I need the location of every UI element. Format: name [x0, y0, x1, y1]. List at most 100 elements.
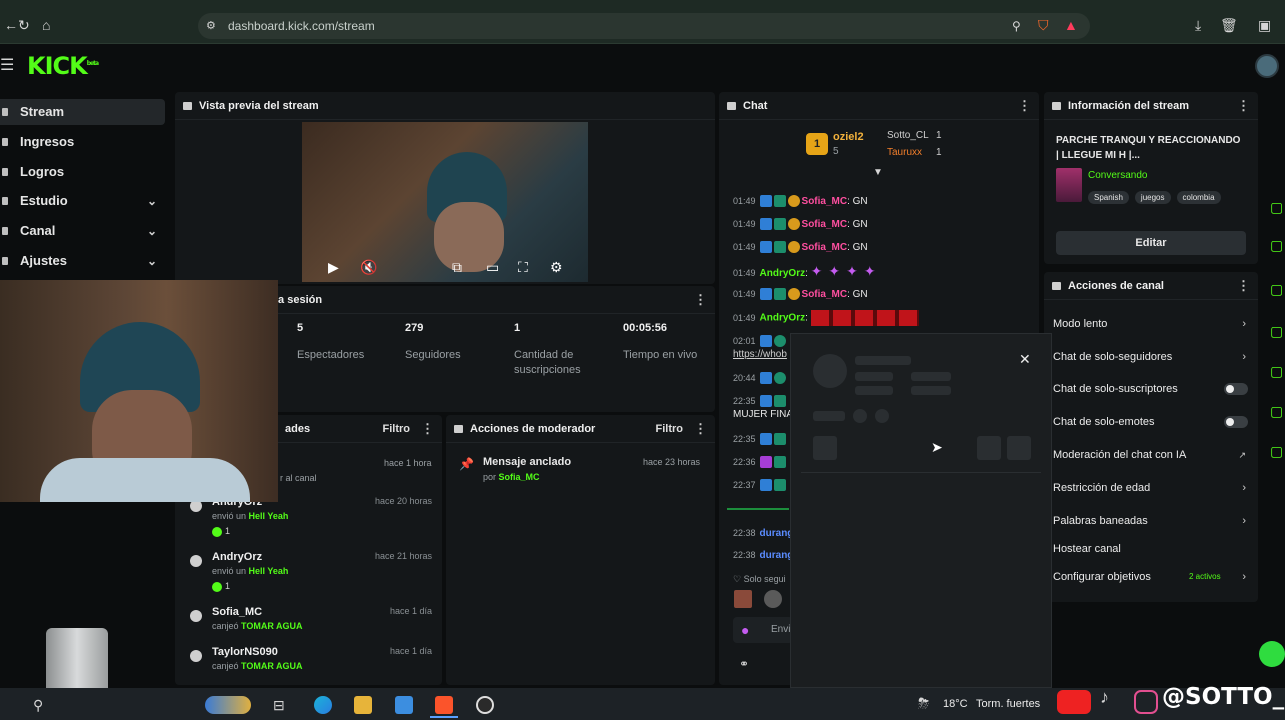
chevron-down-icon[interactable]: ▼: [873, 166, 883, 180]
sidebar-item-stream[interactable]: Stream: [0, 99, 165, 125]
obs-icon[interactable]: [476, 696, 494, 714]
category-name[interactable]: Conversando: [1088, 170, 1147, 181]
sidebar-item-logros[interactable]: Logros: [0, 159, 165, 185]
toggle-switch[interactable]: [1224, 416, 1248, 428]
fullscreen-icon[interactable]: ⛶: [518, 260, 528, 274]
setting-ai-moderation[interactable]: Moderación del chat con IA ↗: [1053, 447, 1248, 463]
menu-icon[interactable]: ☰: [0, 58, 14, 74]
more-options-icon[interactable]: ⋮: [694, 415, 707, 443]
brave-rewards-icon[interactable]: ▲: [1064, 18, 1078, 32]
setting-banned-words[interactable]: Palabras baneadas ›: [1053, 513, 1248, 529]
tag[interactable]: Spanish: [1088, 191, 1129, 204]
count-value: 1: [225, 581, 231, 591]
setting-followers-only[interactable]: Chat de solo-seguidores ›: [1053, 349, 1248, 365]
theater-icon[interactable]: ▭: [486, 260, 499, 274]
sidebar-item-canal[interactable]: Canal ⌄: [0, 218, 165, 244]
sidebar-item-ajustes[interactable]: Ajustes ⌄: [0, 248, 165, 274]
chat-user[interactable]: durang: [760, 528, 794, 539]
file-explorer-icon[interactable]: [354, 696, 372, 714]
link-icon[interactable]: ⚭: [739, 657, 749, 671]
verified-badge-icon: [773, 372, 786, 385]
activity-item: TOMAR AGUA: [241, 661, 303, 671]
chat-user[interactable]: AndryOrz: [760, 268, 806, 279]
brave-shield-icon[interactable]: ⛉: [1038, 18, 1049, 32]
setting-goals[interactable]: Configurar objetivos 2 activos ›: [1053, 569, 1248, 585]
download-icon[interactable]: ⤓: [1195, 18, 1201, 32]
activity-row[interactable]: AndryOrz hace 21 horas envió un Hell Yeah 1: [180, 551, 440, 599]
more-options-icon[interactable]: ⋮: [1237, 92, 1250, 120]
more-options-icon[interactable]: ⋮: [421, 415, 434, 443]
mouse-cursor-icon: ➤: [931, 439, 943, 455]
edge-icon[interactable]: [314, 696, 332, 714]
chat-message: 22:35: [733, 394, 788, 408]
chat-time: 22:38: [733, 528, 756, 538]
task-view-icon[interactable]: ⊟: [273, 698, 285, 712]
quick-action-icon[interactable]: ▢: [1270, 238, 1283, 252]
zoom-icon[interactable]: ⚲: [1012, 19, 1021, 33]
toggle-switch[interactable]: [1224, 383, 1248, 395]
chat-user[interactable]: Sofia_MC: [802, 289, 848, 300]
chat-user[interactable]: AndryOrz: [760, 313, 806, 324]
chat-text: GN: [852, 196, 868, 207]
activity-row[interactable]: TaylorNS090 hace 1 día canjeó TOMAR AGUA: [180, 646, 440, 694]
activity-row[interactable]: AndryOrz hace 20 horas envió un Hell Yeah 1: [180, 496, 440, 544]
chat-user[interactable]: Sofia_MC: [802, 219, 848, 230]
chat-input[interactable]: ● Envi: [733, 617, 793, 643]
home-icon[interactable]: ⌂: [42, 18, 50, 32]
setting-emotes-only[interactable]: Chat de solo-emotes: [1053, 414, 1248, 430]
reload-icon[interactable]: ↻: [18, 18, 30, 32]
activity-user: AndryOrz: [212, 551, 263, 563]
avatar[interactable]: [1255, 54, 1279, 78]
quick-action-icon[interactable]: ▢: [1270, 282, 1283, 296]
edit-button[interactable]: Editar: [1056, 231, 1246, 255]
setting-host-channel[interactable]: Hostear canal: [1053, 541, 1248, 557]
mute-icon[interactable]: 🔇: [360, 260, 377, 274]
brave-icon[interactable]: [435, 696, 453, 714]
quick-action-icon[interactable]: ▢: [1270, 364, 1283, 378]
more-options-icon[interactable]: ⋮: [1237, 272, 1250, 300]
more-options-icon[interactable]: ⋮: [1018, 92, 1031, 120]
refresh-fab[interactable]: [1259, 641, 1285, 667]
chat-user[interactable]: durang: [760, 550, 794, 561]
chat-user[interactable]: Sofia_MC: [802, 242, 848, 253]
tag[interactable]: colombia: [1176, 191, 1221, 204]
more-options-icon[interactable]: ⋮: [694, 286, 707, 314]
tag[interactable]: juegos: [1134, 191, 1171, 204]
quick-action-icon[interactable]: ▢: [1270, 200, 1283, 214]
sidebar-item-estudio[interactable]: Estudio ⌄: [0, 188, 165, 214]
quick-action-icon[interactable]: ▢: [1270, 324, 1283, 338]
setting-slow-mode[interactable]: Modo lento ›: [1053, 316, 1248, 332]
play-icon[interactable]: ▶: [328, 260, 339, 274]
pin-icon: 📌: [459, 457, 474, 471]
emote-icons: [810, 310, 919, 326]
sidebar-item-label: Logros: [20, 164, 65, 179]
chat-user[interactable]: Sofia_MC: [802, 196, 848, 207]
chat-icon: [727, 102, 736, 110]
quick-action-icon[interactable]: ▢: [1270, 444, 1283, 458]
pinned-by: por Sofia_MC: [483, 472, 540, 482]
chat-link[interactable]: https://whob: [733, 349, 787, 360]
quick-action-icon[interactable]: ▢: [1270, 404, 1283, 418]
sidebar-item-ingresos[interactable]: Ingresos: [0, 129, 165, 155]
widget-icon[interactable]: [205, 696, 251, 714]
chat-message: 01:49 Sofia_MC: GN: [733, 218, 868, 231]
address-bar[interactable]: ⚙ dashboard.kick.com/stream ⚲ ⛉ ▲: [198, 13, 1090, 39]
search-icon[interactable]: ⚲: [33, 698, 43, 712]
chat-user-avatar[interactable]: [764, 590, 782, 608]
kick-logo[interactable]: KICKbeta: [27, 52, 99, 80]
site-info-icon[interactable]: ⚙: [206, 19, 216, 33]
filter-button[interactable]: Filtro: [383, 415, 411, 443]
store-icon[interactable]: [395, 696, 413, 714]
close-icon[interactable]: ✕: [1019, 352, 1031, 366]
sidebar-toggle-icon[interactable]: ▣: [1258, 18, 1271, 32]
setting-subscribers-only[interactable]: Chat de solo-suscriptores: [1053, 381, 1248, 397]
setting-age-restriction[interactable]: Restricción de edad ›: [1053, 480, 1248, 496]
chat-user-avatar[interactable]: [734, 590, 752, 608]
back-icon[interactable]: ←: [4, 18, 18, 32]
video-player[interactable]: ▶ 🔇 ⧉ ▭ ⛶ ⚙: [302, 122, 588, 282]
filter-button[interactable]: Filtro: [656, 415, 684, 443]
gear-icon[interactable]: ⚙: [550, 260, 563, 274]
trash-icon[interactable]: 🗑: [1220, 18, 1238, 32]
pip-icon[interactable]: ⧉: [452, 260, 462, 274]
emote-picker-icon[interactable]: ●: [741, 623, 749, 637]
